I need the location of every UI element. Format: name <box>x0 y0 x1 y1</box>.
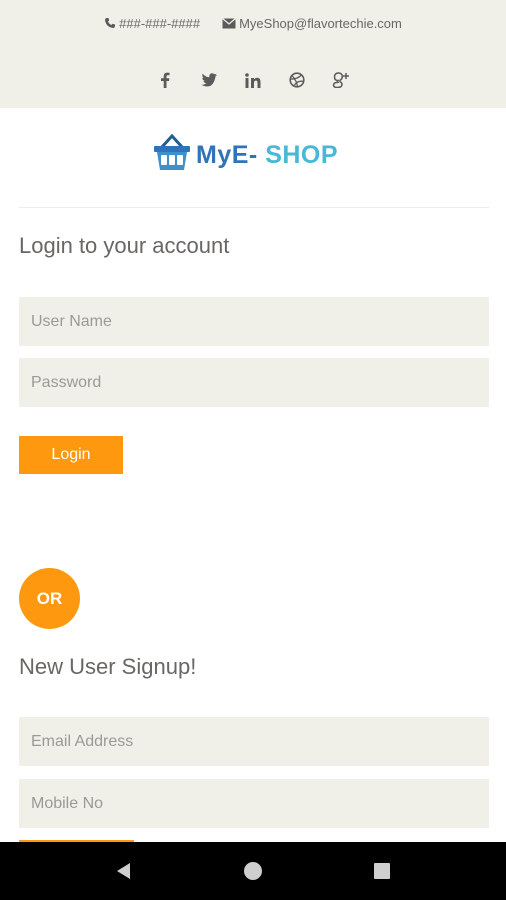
envelope-icon <box>222 17 236 29</box>
login-title: Login to your account <box>19 233 230 258</box>
email-address: MyeShop@flavortechie.com <box>239 15 402 31</box>
google-plus-icon[interactable] <box>331 70 351 90</box>
header-divider <box>19 207 489 208</box>
or-badge: OR <box>19 568 80 629</box>
social-links <box>0 70 506 92</box>
login-button[interactable]: Login <box>19 436 123 474</box>
facebook-icon[interactable] <box>155 70 175 90</box>
home-icon[interactable] <box>233 851 273 891</box>
logo-text: MyE- SHOP <box>196 141 338 170</box>
dribbble-icon[interactable] <box>287 70 307 90</box>
linkedin-icon[interactable] <box>243 70 263 90</box>
top-header-bar: ###-###-#### MyeShop@flavortechie.com <box>0 0 506 108</box>
phone-icon <box>104 17 116 29</box>
android-navigation-bar <box>0 842 506 900</box>
email-field[interactable] <box>19 717 489 766</box>
signup-title: New User Signup! <box>19 654 197 679</box>
phone-number: ###-###-#### <box>119 15 201 31</box>
twitter-icon[interactable] <box>199 70 219 90</box>
brand-logo[interactable]: MyE- SHOP <box>152 133 342 177</box>
logo-text-primary: MyE- <box>196 140 258 169</box>
phone-contact[interactable]: ###-###-#### <box>104 14 200 32</box>
contact-info: ###-###-#### MyeShop@flavortechie.com <box>0 14 506 32</box>
email-contact[interactable]: MyeShop@flavortechie.com <box>222 14 402 32</box>
recents-icon[interactable] <box>362 851 402 891</box>
mobile-field[interactable] <box>19 779 489 828</box>
back-icon[interactable] <box>104 851 144 891</box>
shopping-basket-icon <box>152 133 192 178</box>
password-input[interactable] <box>19 358 489 407</box>
logo-text-secondary: SHOP <box>265 140 339 169</box>
username-input[interactable] <box>19 297 489 346</box>
